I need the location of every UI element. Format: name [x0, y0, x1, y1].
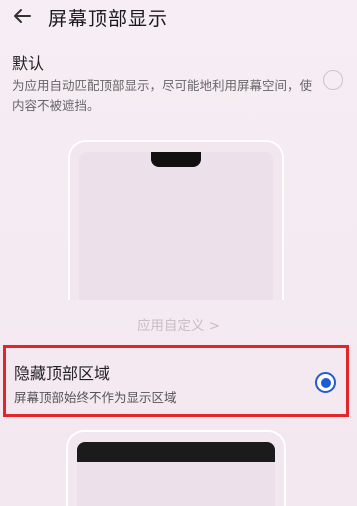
notch-preview-illustration	[68, 140, 284, 300]
back-button[interactable]	[8, 2, 36, 30]
option-default-description: 为应用自动匹配顶部显示，尽可能地利用屏幕空间，使内容不被遮挡。	[12, 78, 313, 113]
hidden-top-preview-illustration	[66, 430, 286, 506]
option-default-radio[interactable]	[323, 70, 343, 90]
arrow-left-icon	[14, 9, 31, 23]
option-hide-top-label: 隐藏顶部区域	[14, 364, 111, 383]
app-customize-link[interactable]: 应用自定义 >	[0, 314, 357, 334]
top-bar: 屏幕顶部显示	[0, 0, 357, 36]
hidden-top-bar-shape	[77, 442, 275, 462]
radio-selected-dot	[320, 377, 331, 388]
preview-screen	[79, 152, 273, 300]
option-default[interactable]: 默认 为应用自动匹配顶部显示，尽可能地利用屏幕空间，使内容不被遮挡。	[12, 50, 345, 122]
option-hide-top-area[interactable]: 隐藏顶部区域 屏幕顶部始终不作为显示区域	[3, 345, 349, 417]
option-hide-top-description: 屏幕顶部始终不作为显示区域	[14, 390, 177, 405]
preview-screen-hidden	[77, 462, 275, 506]
notch-shape	[151, 152, 201, 167]
option-hide-top-radio[interactable]	[315, 372, 336, 393]
page-title: 屏幕顶部显示	[48, 8, 169, 30]
option-default-label: 默认	[12, 54, 45, 73]
screen: 屏幕顶部显示 默认 为应用自动匹配顶部显示，尽可能地利用屏幕空间，使内容不被遮挡…	[0, 0, 357, 506]
